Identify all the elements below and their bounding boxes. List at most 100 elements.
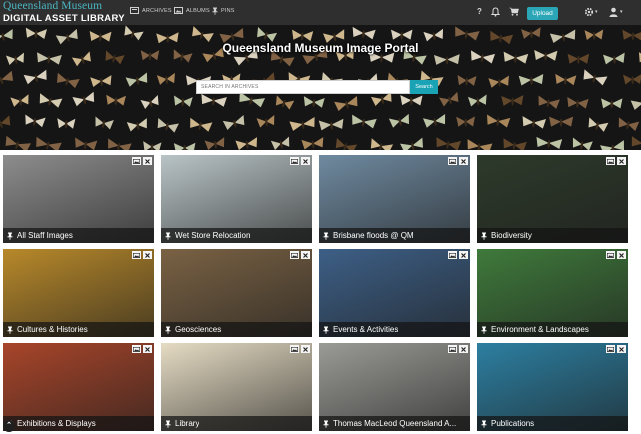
nav-archives[interactable]: ARCHIVES bbox=[130, 7, 172, 14]
moth-specimen bbox=[388, 113, 410, 128]
scroll-toggle-button[interactable]: ⌃ bbox=[3, 420, 15, 432]
tile-actions bbox=[132, 251, 152, 259]
moth-specimen bbox=[10, 94, 29, 107]
image-icon[interactable] bbox=[132, 251, 141, 259]
image-icon[interactable] bbox=[606, 251, 615, 259]
album-tile-label: Events & Activities bbox=[333, 325, 399, 334]
user-avatar-icon[interactable] bbox=[609, 7, 618, 17]
help-icon[interactable]: ? bbox=[477, 7, 482, 16]
album-tile-label: Publications bbox=[491, 419, 535, 428]
image-icon[interactable] bbox=[606, 345, 615, 353]
moth-specimen bbox=[503, 138, 527, 150]
close-icon[interactable] bbox=[143, 157, 152, 165]
pin-icon bbox=[481, 420, 487, 428]
user-chevron-down-icon[interactable]: ▾ bbox=[620, 9, 623, 15]
close-icon[interactable] bbox=[617, 345, 626, 353]
album-tile[interactable]: Thomas MacLeod Queensland A... bbox=[319, 343, 470, 431]
image-icon[interactable] bbox=[132, 345, 141, 353]
image-icon[interactable] bbox=[290, 157, 299, 165]
moth-specimen bbox=[584, 29, 604, 41]
album-tile[interactable]: Brisbane floods @ QM bbox=[319, 155, 470, 243]
close-icon[interactable] bbox=[459, 157, 468, 165]
album-tile-label: Thomas MacLeod Queensland A... bbox=[333, 419, 457, 428]
moth-specimen bbox=[522, 116, 547, 129]
pin-icon bbox=[481, 326, 487, 334]
album-tile[interactable]: Biodiversity bbox=[477, 155, 628, 243]
notifications-bell-icon[interactable] bbox=[491, 7, 500, 17]
top-navigation-bar: Queensland Museum DIGITAL ASSET LIBRARY … bbox=[0, 0, 641, 25]
moth-specimen bbox=[400, 95, 423, 106]
settings-gear-icon[interactable] bbox=[584, 7, 594, 17]
moth-specimen bbox=[618, 117, 640, 131]
album-tile[interactable]: Cultures & Histories bbox=[3, 249, 154, 337]
moth-specimen bbox=[173, 142, 196, 150]
moth-specimen bbox=[572, 137, 593, 150]
album-tile-label: Brisbane floods @ QM bbox=[333, 231, 414, 240]
moth-specimen bbox=[36, 136, 62, 150]
moth-specimen bbox=[125, 72, 148, 87]
album-tile-label: Exhibitions & Displays bbox=[17, 419, 96, 428]
moth-specimen bbox=[75, 137, 98, 150]
moth-specimen bbox=[190, 117, 213, 132]
album-tile-label: Library bbox=[175, 419, 200, 428]
moth-specimen bbox=[239, 91, 266, 108]
image-icon[interactable] bbox=[448, 157, 457, 165]
pin-icon bbox=[323, 326, 329, 334]
moth-specimen bbox=[289, 116, 315, 131]
image-icon[interactable] bbox=[290, 345, 299, 353]
close-icon[interactable] bbox=[301, 251, 310, 259]
moth-specimen bbox=[25, 114, 46, 128]
upload-button[interactable]: Upload bbox=[527, 7, 558, 20]
close-icon[interactable] bbox=[617, 251, 626, 259]
close-icon[interactable] bbox=[459, 251, 468, 259]
close-icon[interactable] bbox=[301, 345, 310, 353]
moth-specimen bbox=[256, 114, 275, 128]
moth-specimen bbox=[518, 73, 544, 86]
album-tile[interactable]: Exhibitions & Displays bbox=[3, 343, 154, 431]
album-tile[interactable]: Events & Activities bbox=[319, 249, 470, 337]
search-button[interactable]: Search bbox=[410, 80, 438, 94]
album-tile-label: Wet Store Relocation bbox=[175, 231, 251, 240]
moth-specimen bbox=[303, 96, 325, 108]
album-tile[interactable]: Wet Store Relocation bbox=[161, 155, 312, 243]
moth-specimen bbox=[487, 114, 511, 128]
moth-specimen bbox=[583, 69, 608, 86]
search-input[interactable] bbox=[196, 80, 410, 94]
image-icon[interactable] bbox=[606, 157, 615, 165]
moth-specimen bbox=[501, 95, 524, 106]
image-icon[interactable] bbox=[448, 345, 457, 353]
close-icon[interactable] bbox=[459, 345, 468, 353]
nav-pins[interactable]: PINS bbox=[212, 7, 235, 15]
moth-specimen bbox=[601, 98, 623, 109]
tile-actions bbox=[290, 251, 310, 259]
album-tile-caption: Exhibitions & Displays bbox=[3, 416, 154, 431]
close-icon[interactable] bbox=[143, 345, 152, 353]
tile-actions bbox=[606, 251, 626, 259]
moth-specimen bbox=[156, 72, 175, 85]
cart-icon[interactable] bbox=[509, 7, 519, 16]
album-tile-caption: Events & Activities bbox=[319, 322, 470, 337]
image-icon[interactable] bbox=[290, 251, 299, 259]
image-icon[interactable] bbox=[448, 251, 457, 259]
settings-chevron-down-icon[interactable]: ▾ bbox=[595, 9, 598, 15]
album-tile[interactable]: Environment & Landscapes bbox=[477, 249, 628, 337]
album-tile[interactable]: Library bbox=[161, 343, 312, 431]
album-tile-label: Cultures & Histories bbox=[17, 325, 88, 334]
close-icon[interactable] bbox=[617, 157, 626, 165]
album-tile[interactable]: Publications bbox=[477, 343, 628, 431]
moth-specimen bbox=[335, 137, 358, 150]
album-tile-caption: Environment & Landscapes bbox=[477, 322, 628, 337]
nav-albums[interactable]: ALBUMS bbox=[174, 7, 210, 14]
tile-actions bbox=[606, 157, 626, 165]
album-tile[interactable]: Geosciences bbox=[161, 249, 312, 337]
pin-icon bbox=[323, 232, 329, 240]
moth-specimen bbox=[352, 114, 377, 129]
image-icon[interactable] bbox=[132, 157, 141, 165]
close-icon[interactable] bbox=[301, 157, 310, 165]
moth-specimen bbox=[370, 138, 394, 150]
album-tile[interactable]: All Staff Images bbox=[3, 155, 154, 243]
moth-specimen bbox=[630, 100, 641, 110]
pin-icon bbox=[212, 7, 218, 15]
close-icon[interactable] bbox=[143, 251, 152, 259]
site-logo[interactable]: Queensland Museum DIGITAL ASSET LIBRARY bbox=[3, 0, 125, 24]
